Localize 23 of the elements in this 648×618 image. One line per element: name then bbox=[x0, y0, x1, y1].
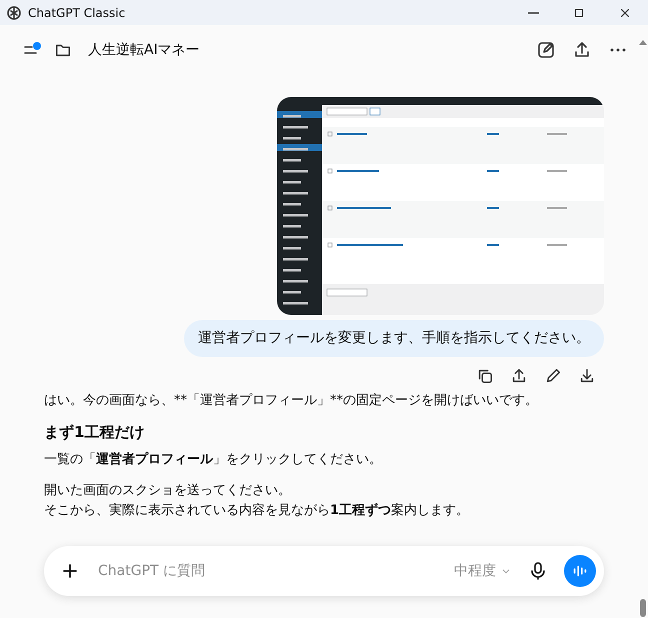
microphone-icon[interactable] bbox=[528, 561, 548, 581]
assistant-paragraph: はい。今の画面なら、**「運営者プロフィール」**の固定ページを開けばいいです。 bbox=[44, 392, 539, 410]
assistant-heading: まず1工程だけ bbox=[44, 422, 146, 444]
scroll-up-icon[interactable] bbox=[638, 38, 648, 46]
edit-icon[interactable] bbox=[544, 367, 562, 385]
share-icon[interactable] bbox=[510, 367, 528, 385]
sidebar-icon[interactable] bbox=[24, 45, 38, 55]
copy-icon[interactable] bbox=[476, 367, 494, 385]
edit-icon[interactable] bbox=[536, 40, 556, 60]
user-message: 運営者プロフィールを変更します、手順を指示してください。 bbox=[184, 320, 604, 357]
message-composer[interactable]: ChatGPT に質問 中程度 bbox=[44, 546, 604, 596]
download-icon[interactable] bbox=[578, 367, 596, 385]
voice-button[interactable] bbox=[564, 555, 596, 587]
model-selector[interactable]: 中程度 bbox=[454, 560, 512, 582]
window-title: ChatGPT Classic bbox=[28, 4, 126, 22]
scrollbar-thumb[interactable] bbox=[640, 599, 646, 617]
plus-icon[interactable] bbox=[60, 561, 80, 581]
minimize-icon bbox=[528, 12, 538, 14]
app-logo-icon bbox=[6, 4, 22, 20]
share-icon[interactable] bbox=[572, 40, 592, 60]
assistant-paragraph: 開いた画面のスクショを送ってください。 bbox=[44, 482, 292, 500]
project-title: 人生逆転AIマネー bbox=[88, 40, 201, 60]
assistant-paragraph: 一覧の「運営者プロフィール」をクリックしてください。 bbox=[44, 450, 383, 470]
